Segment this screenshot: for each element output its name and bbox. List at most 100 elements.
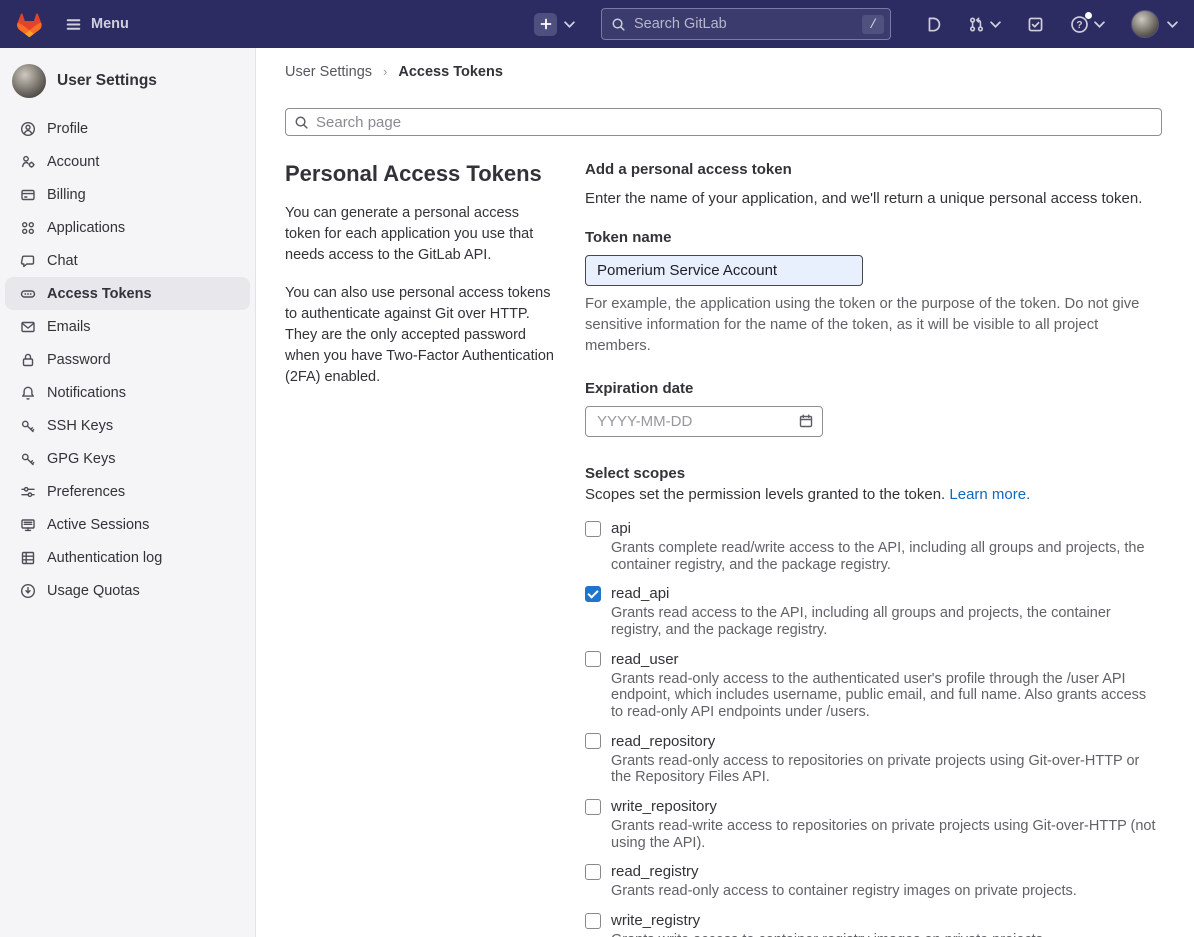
search-shortcut-key: /	[862, 15, 884, 34]
search-icon	[611, 17, 626, 32]
applications-icon	[20, 220, 36, 236]
page-search-input[interactable]	[285, 108, 1162, 136]
scope-checkbox-api[interactable]	[585, 521, 601, 537]
sidebar-item-label: Active Sessions	[47, 517, 149, 533]
scope-option-write-repository: write_repository Grants read-write acces…	[585, 798, 1162, 851]
scope-name[interactable]: read_api	[611, 585, 669, 602]
expiration-date-input[interactable]	[585, 406, 823, 437]
key-icon	[20, 418, 36, 434]
scope-checkbox-read-repository[interactable]	[585, 733, 601, 749]
merge-requests-button[interactable]	[968, 16, 1001, 33]
scope-checkbox-write-registry[interactable]	[585, 913, 601, 929]
scopes-subtitle: Scopes set the permission levels granted…	[585, 486, 1162, 503]
menu-button[interactable]: Menu	[65, 16, 129, 33]
learn-more-link[interactable]: Learn more.	[949, 486, 1030, 503]
sidebar-item-access-tokens[interactable]: Access Tokens	[5, 277, 250, 310]
chevron-down-icon	[1167, 21, 1178, 28]
sidebar-item-active-sessions[interactable]: Active Sessions	[5, 508, 250, 541]
scope-description: Grants read access to the API, including…	[611, 605, 1162, 638]
sidebar-item-preferences[interactable]: Preferences	[5, 475, 250, 508]
page-description-2: You can also use personal access tokens …	[285, 283, 555, 388]
scope-option-write-registry: write_registry Grants write access to co…	[585, 912, 1162, 937]
global-search-input[interactable]	[634, 16, 862, 32]
new-menu-button[interactable]	[534, 13, 575, 36]
sidebar-item-label: Authentication log	[47, 550, 162, 566]
hamburger-icon	[65, 16, 82, 33]
token-name-label: Token name	[585, 229, 1162, 246]
sidebar-item-label: Access Tokens	[47, 286, 152, 302]
sidebar-item-usage-quotas[interactable]: Usage Quotas	[5, 574, 250, 607]
select-scopes-label: Select scopes	[585, 465, 1162, 482]
chevron-down-icon	[990, 21, 1001, 28]
scope-checkbox-read-user[interactable]	[585, 651, 601, 667]
avatar	[1131, 10, 1159, 38]
scope-name[interactable]: read_user	[611, 651, 679, 668]
scope-option-read-api: read_api Grants read access to the API, …	[585, 585, 1162, 638]
scope-option-read-user: read_user Grants read-only access to the…	[585, 651, 1162, 721]
token-name-help: For example, the application using the t…	[585, 294, 1162, 357]
chevron-down-icon	[564, 21, 575, 28]
scope-description: Grants read-only access to repositories …	[611, 753, 1162, 786]
sidebar-item-password[interactable]: Password	[5, 343, 250, 376]
menu-label: Menu	[91, 16, 129, 32]
quota-icon	[20, 583, 36, 599]
scope-name[interactable]: write_repository	[611, 798, 717, 815]
sidebar-item-billing[interactable]: Billing	[5, 178, 250, 211]
lock-icon	[20, 352, 36, 368]
sidebar-item-label: Chat	[47, 253, 78, 269]
sidebar-item-notifications[interactable]: Notifications	[5, 376, 250, 409]
scope-name[interactable]: read_registry	[611, 863, 699, 880]
sidebar-item-label: GPG Keys	[47, 451, 116, 467]
scope-checkbox-read-api[interactable]	[585, 586, 601, 602]
calendar-icon[interactable]	[798, 413, 814, 429]
sidebar-title: User Settings	[57, 72, 157, 90]
merge-request-icon	[968, 16, 985, 33]
main-content: User Settings › Access Tokens Personal A…	[256, 48, 1194, 937]
help-menu-button[interactable]: ?	[1070, 15, 1105, 34]
sidebar-item-label: Profile	[47, 121, 88, 137]
settings-sidebar: User Settings Profile Account Billing Ap…	[0, 48, 256, 937]
sidebar-item-label: Password	[47, 352, 111, 368]
expiration-date-label: Expiration date	[585, 380, 1162, 397]
plus-icon	[534, 13, 557, 36]
user-menu-button[interactable]	[1131, 10, 1178, 38]
sidebar-item-chat[interactable]: Chat	[5, 244, 250, 277]
sidebar-item-label: Preferences	[47, 484, 125, 500]
token-name-input[interactable]	[585, 255, 863, 286]
scope-description: Grants write access to container registr…	[611, 932, 1162, 937]
sidebar-item-authentication-log[interactable]: Authentication log	[5, 541, 250, 574]
svg-text:?: ?	[1076, 20, 1082, 31]
page-description-1: You can generate a personal access token…	[285, 203, 555, 266]
sidebar-item-gpg-keys[interactable]: GPG Keys	[5, 442, 250, 475]
global-search[interactable]: /	[601, 8, 891, 40]
sidebar-header: User Settings	[0, 60, 255, 112]
credit-card-icon	[20, 187, 36, 203]
sidebar-item-account[interactable]: Account	[5, 145, 250, 178]
gitlab-logo[interactable]	[16, 11, 43, 38]
issues-icon	[925, 16, 942, 33]
sidebar-item-profile[interactable]: Profile	[5, 112, 250, 145]
scope-description: Grants complete read/write access to the…	[611, 540, 1162, 573]
search-icon	[294, 115, 309, 130]
key-icon	[20, 451, 36, 467]
scope-checkbox-read-registry[interactable]	[585, 864, 601, 880]
page-title: Personal Access Tokens	[285, 161, 555, 187]
log-icon	[20, 550, 36, 566]
sidebar-item-label: Account	[47, 154, 99, 170]
profile-icon	[20, 121, 36, 137]
scope-description: Grants read-only access to container reg…	[611, 883, 1162, 900]
todos-button[interactable]	[1027, 16, 1044, 33]
sidebar-item-label: Applications	[47, 220, 125, 236]
breadcrumb-user-settings[interactable]: User Settings	[285, 64, 372, 80]
issues-button[interactable]	[925, 16, 942, 33]
sidebar-item-emails[interactable]: Emails	[5, 310, 250, 343]
sidebar-item-label: SSH Keys	[47, 418, 113, 434]
sidebar-item-ssh-keys[interactable]: SSH Keys	[5, 409, 250, 442]
sidebar-item-label: Notifications	[47, 385, 126, 401]
scope-name[interactable]: api	[611, 520, 631, 537]
scope-name[interactable]: write_registry	[611, 912, 700, 929]
scope-name[interactable]: read_repository	[611, 733, 715, 750]
sidebar-item-applications[interactable]: Applications	[5, 211, 250, 244]
scope-checkbox-write-repository[interactable]	[585, 799, 601, 815]
sidebar-item-label: Billing	[47, 187, 86, 203]
